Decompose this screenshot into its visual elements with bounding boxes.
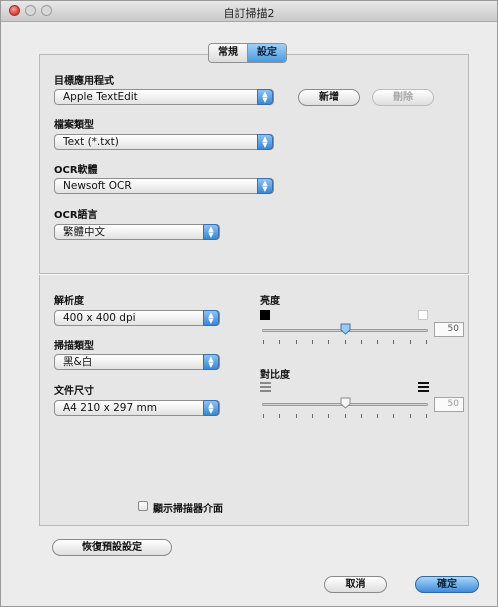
slider-tick	[377, 340, 379, 344]
ocr-language-value: 繁體中文	[63, 226, 105, 238]
window-title: 自訂掃描2	[223, 7, 275, 20]
slider-tick	[328, 414, 330, 418]
slider-tick	[344, 340, 346, 344]
document-size-select[interactable]: A4 210 x 297 mm ▲ ▼	[54, 400, 220, 416]
ocr-software-value: Newsoft OCR	[63, 180, 132, 192]
dark-square-icon	[260, 310, 270, 320]
file-type-label: 檔案類型	[54, 120, 94, 131]
restore-defaults-button[interactable]: 恢復預設設定	[52, 539, 172, 556]
slider-tick	[360, 340, 362, 344]
scan-type-value: 黑&白	[63, 356, 93, 368]
slider-tick	[328, 340, 330, 344]
resolution-select[interactable]: 400 x 400 dpi ▲ ▼	[54, 310, 220, 326]
show-scanner-interface-checkbox[interactable]	[138, 501, 148, 511]
contrast-ticks	[263, 414, 427, 418]
cancel-button[interactable]: 取消	[324, 576, 387, 593]
slider-tick	[409, 340, 411, 344]
slider-tick	[377, 414, 379, 418]
title-bar: 自訂掃描2	[1, 1, 497, 22]
ok-button[interactable]: 確定	[415, 576, 479, 593]
high-contrast-icon	[418, 382, 429, 392]
light-square-icon	[418, 310, 428, 320]
ocr-language-select[interactable]: 繁體中文 ▲ ▼	[54, 224, 220, 240]
add-button[interactable]: 新增	[298, 89, 360, 106]
scan-type-label: 掃描類型	[54, 341, 94, 352]
updown-arrow-icon: ▲ ▼	[257, 89, 273, 105]
brightness-slider-thumb[interactable]	[340, 323, 351, 335]
slider-tick	[426, 414, 427, 418]
resolution-value: 400 x 400 dpi	[63, 312, 136, 324]
low-contrast-icon	[260, 382, 271, 392]
slider-tick	[263, 414, 264, 418]
settings-panel	[39, 54, 469, 526]
ocr-software-label: OCR軟體	[54, 165, 98, 176]
target-app-select[interactable]: Apple TextEdit ▲ ▼	[54, 89, 274, 105]
brightness-ticks	[263, 340, 427, 344]
resolution-label: 解析度	[54, 296, 84, 307]
slider-tick	[263, 340, 264, 344]
target-app-label: 目標應用程式	[54, 76, 114, 87]
slider-tick	[311, 340, 313, 344]
document-size-label: 文件尺寸	[54, 386, 94, 397]
updown-arrow-icon: ▲ ▼	[257, 178, 273, 194]
tab-settings[interactable]: 設定	[248, 44, 286, 62]
updown-arrow-icon: ▲ ▼	[203, 400, 219, 416]
show-scanner-interface-label: 顯示掃描器介面	[153, 504, 223, 515]
dialog-window: 自訂掃描2 常規 設定 目標應用程式 Apple TextEdit ▲ ▼ 新增 …	[0, 0, 498, 607]
slider-tick	[279, 340, 281, 344]
slider-tick	[295, 340, 297, 344]
document-size-value: A4 210 x 297 mm	[63, 402, 157, 414]
slider-tick	[279, 414, 281, 418]
updown-arrow-icon: ▲ ▼	[203, 224, 219, 240]
file-type-value: Text (*.txt)	[63, 136, 119, 148]
contrast-slider-thumb[interactable]	[340, 397, 351, 409]
slider-tick	[344, 414, 346, 418]
brightness-value-field[interactable]: 50	[434, 322, 464, 337]
target-app-value: Apple TextEdit	[63, 91, 138, 103]
slider-tick	[295, 414, 297, 418]
ocr-software-select[interactable]: Newsoft OCR ▲ ▼	[54, 178, 274, 194]
contrast-label: 對比度	[260, 370, 290, 381]
slider-tick	[409, 414, 411, 418]
slider-tick	[426, 340, 427, 344]
updown-arrow-icon: ▲ ▼	[257, 134, 273, 150]
tab-general[interactable]: 常規	[209, 44, 248, 62]
slider-tick	[360, 414, 362, 418]
slider-tick	[393, 414, 395, 418]
slider-tick	[311, 414, 313, 418]
tab-bar: 常規 設定	[208, 43, 287, 63]
contrast-value-field[interactable]: 50	[434, 397, 464, 412]
section-divider	[39, 273, 469, 275]
updown-arrow-icon: ▲ ▼	[203, 310, 219, 326]
delete-button[interactable]: 刪除	[372, 89, 434, 106]
ocr-language-label: OCR語言	[54, 210, 98, 221]
brightness-label: 亮度	[260, 296, 280, 307]
scan-type-select[interactable]: 黑&白 ▲ ▼	[54, 354, 220, 370]
file-type-select[interactable]: Text (*.txt) ▲ ▼	[54, 134, 274, 150]
updown-arrow-icon: ▲ ▼	[203, 354, 219, 370]
slider-tick	[393, 340, 395, 344]
